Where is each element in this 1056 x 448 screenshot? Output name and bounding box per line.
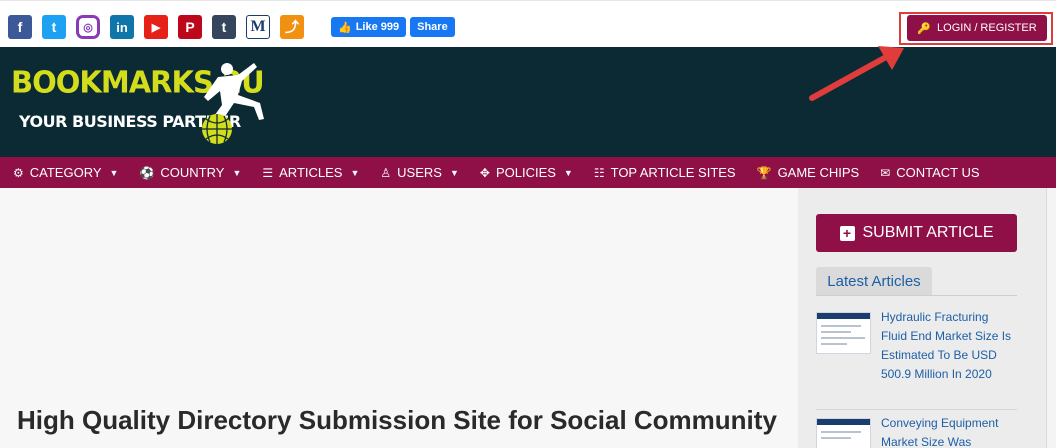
site-header: BOOKMARKS 2U YOUR BUSINESS PARTNER	[0, 47, 1056, 157]
list-icon: ☰	[262, 165, 274, 180]
nav-item-game-chips[interactable]: 🏆 GAME CHIPS	[757, 165, 860, 180]
tumblr-glyph: t	[221, 19, 227, 35]
like-label: Like 999	[355, 21, 400, 33]
key-icon: 🔑	[917, 22, 932, 35]
divider	[816, 409, 1017, 410]
chevron-down-icon: ▼	[232, 167, 242, 178]
pinterest-icon[interactable]: P	[178, 15, 202, 39]
instagram-icon[interactable]: ◎	[76, 15, 100, 39]
logo-figure-icon	[202, 63, 264, 144]
facebook-icon[interactable]: f	[8, 15, 32, 39]
article-link[interactable]: Conveying Equipment Market Size Was	[881, 414, 1017, 448]
nav-item-articles[interactable]: ☰ ARTICLES ▼	[262, 165, 359, 180]
caret-down-icon: ▼	[449, 167, 459, 178]
share-label: Share	[417, 21, 448, 33]
article-thumbnail[interactable]	[816, 418, 871, 448]
article-link[interactable]: Hydraulic Fracturing Fluid End Market Si…	[881, 308, 1017, 384]
facebook-share-button[interactable]: Share	[410, 17, 455, 37]
share-glyph: ⤴	[285, 19, 299, 35]
nav-label-top-article-sites: TOP ARTICLE SITES	[610, 165, 736, 180]
youtube-glyph: ▶	[151, 21, 161, 34]
nav-label-contact-us: CONTACT US	[896, 165, 980, 180]
nav-item-country[interactable]: ⚽ COUNTRY ▼	[139, 165, 241, 180]
gears-icon: ⚙	[13, 165, 24, 180]
trophy-icon: 🏆	[756, 165, 772, 180]
nav-item-top-article-sites[interactable]: ☷ TOP ARTICLE SITES	[594, 165, 736, 180]
nav-label-users: USERS	[397, 165, 442, 180]
globe-ball-icon: ⚽	[139, 165, 155, 180]
caret-down-icon: ▼	[350, 167, 360, 178]
main-navigation: ⚙ CATEGORY ▼ ⚽ COUNTRY ▼ ☰ ARTICLES ▼ ♙ …	[0, 157, 1056, 188]
caret-down-icon: ▼	[563, 167, 573, 178]
facebook-like-button[interactable]: 👍 Like 999	[331, 17, 407, 37]
top-bar: f t ◎ in ▶ P t M ⤴ 👍 Like 999 Share 🔑 LO…	[0, 0, 1056, 47]
latest-articles-tab[interactable]: Latest Articles	[816, 267, 932, 295]
linkedin-glyph: in	[116, 19, 128, 35]
nav-item-users[interactable]: ♙ USERS ▼	[380, 165, 458, 180]
page: f t ◎ in ▶ P t M ⤴ 👍 Like 999 Share 🔑 LO…	[0, 0, 1056, 448]
submit-article-label: SUBMIT ARTICLE	[862, 224, 994, 241]
scrollbar-track[interactable]	[1046, 188, 1056, 448]
facebook-glyph: f	[17, 19, 23, 35]
nav-item-contact-us[interactable]: ✉ CONTACT US	[880, 165, 979, 180]
list-item[interactable]: Hydraulic Fracturing Fluid End Market Si…	[816, 308, 1017, 384]
plus-square-icon: +	[839, 225, 855, 241]
tumblr-icon[interactable]: t	[212, 15, 236, 39]
instagram-glyph: ◎	[83, 21, 93, 34]
sidebar: + SUBMIT ARTICLE Latest Articles Hydraul…	[798, 188, 1046, 448]
crosshair-icon: ✥	[479, 165, 490, 180]
nav-label-category: CATEGORY	[29, 165, 102, 180]
login-register-label: LOGIN / REGISTER	[937, 22, 1037, 34]
envelope-icon: ✉	[880, 165, 891, 180]
twitter-icon[interactable]: t	[42, 15, 66, 39]
pinterest-glyph: P	[185, 19, 195, 35]
nav-label-policies: POLICIES	[495, 165, 556, 180]
nav-label-articles: ARTICLES	[279, 165, 343, 180]
medium-icon[interactable]: M	[246, 15, 270, 39]
submit-article-button[interactable]: + SUBMIT ARTICLE	[816, 214, 1017, 252]
chevron-down-icon: ▼	[109, 167, 119, 178]
twitter-glyph: t	[51, 19, 57, 35]
main-content: High Quality Directory Submission Site f…	[0, 188, 798, 448]
thumbs-up-icon: 👍	[338, 21, 352, 34]
page-title: High Quality Directory Submission Site f…	[17, 405, 777, 435]
nav-label-country: COUNTRY	[160, 165, 225, 180]
medium-glyph: M	[250, 18, 266, 35]
user-icon: ♙	[380, 165, 392, 180]
article-thumbnail[interactable]	[816, 312, 871, 354]
youtube-icon[interactable]: ▶	[144, 15, 168, 39]
nav-item-category[interactable]: ⚙ CATEGORY ▼	[13, 165, 118, 180]
share-icon[interactable]: ⤴	[280, 15, 304, 39]
linkedin-icon[interactable]: in	[110, 15, 134, 39]
nav-item-policies[interactable]: ✥ POLICIES ▼	[480, 165, 573, 180]
nav-label-game-chips: GAME CHIPS	[777, 165, 860, 180]
social-icons: f t ◎ in ▶ P t M ⤴	[8, 15, 304, 39]
align-left-icon: ☷	[593, 165, 605, 180]
list-item[interactable]: Conveying Equipment Market Size Was	[816, 414, 1017, 448]
divider	[816, 295, 1017, 296]
login-register-button[interactable]: 🔑 LOGIN / REGISTER	[907, 15, 1047, 41]
facebook-like-widget: 👍 Like 999 Share	[331, 17, 455, 37]
